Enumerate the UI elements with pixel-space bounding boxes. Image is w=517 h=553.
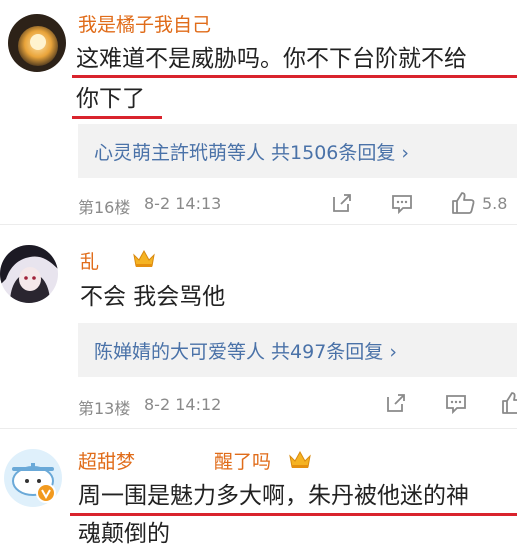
comment-text-line-2: 你下了 [76, 86, 145, 112]
reply-summary-box[interactable]: 陈婵婧的大可爱等人 共497条回复 › [78, 323, 517, 377]
comment-2: 乱 不会 我会骂他 陈婵婧的大可爱等人 共497条回复 › 第13楼 8-2 1… [0, 225, 517, 425]
avatar[interactable] [8, 14, 66, 72]
redaction [158, 445, 210, 473]
reply-summary-link[interactable]: 陈婵婧的大可爱等人 共497条回复 › [94, 337, 397, 364]
like-icon[interactable] [500, 390, 517, 416]
avatar-image [0, 245, 58, 303]
comment-text-line-1: 不会 我会骂他 [80, 284, 226, 310]
share-icon[interactable] [384, 391, 408, 415]
reply-summary-box[interactable]: 心灵萌主許玳萌等人 共1506条回复 › [78, 124, 517, 178]
highlight-underline [72, 75, 517, 78]
share-icon[interactable] [330, 191, 354, 215]
verified-badge-icon [36, 483, 56, 503]
comment-floor: 第16楼 [78, 198, 131, 217]
like-count: 5.8 [482, 194, 508, 213]
username-tail[interactable]: 醒了吗 [214, 447, 271, 474]
crown-badge-icon [133, 249, 155, 267]
avatar[interactable] [0, 245, 58, 303]
comment-3: 超甜梦 醒了吗 周一围是魅力多大啊，朱丹被他迷的神 魂颠倒的 [0, 429, 517, 547]
username[interactable]: 我是橘子我自己 [78, 10, 211, 37]
like-icon[interactable] [450, 190, 476, 216]
comment-text-line-1: 周一围是魅力多大啊，朱丹被他迷的神 [78, 483, 469, 509]
reply-summary-link[interactable]: 心灵萌主許玳萌等人 共1506条回复 › [94, 138, 409, 165]
comment-time: 8-2 14:13 [144, 194, 222, 213]
redaction [252, 8, 292, 36]
comment-icon[interactable] [390, 191, 414, 215]
comment-text-line-2: 魂颠倒的 [78, 521, 170, 547]
highlight-underline [72, 116, 162, 119]
crown-badge-icon [289, 450, 311, 468]
comment-1: 我是橘子我自己 这难道不是威胁吗。你不下台阶就不给 你下了 心灵萌主許玳萌等人 … [0, 0, 517, 222]
username[interactable]: 乱 [80, 247, 99, 274]
comment-icon[interactable] [444, 391, 468, 415]
username[interactable]: 超甜梦 [78, 447, 135, 474]
comment-time: 8-2 14:12 [144, 395, 222, 414]
comment-text-line-1: 这难道不是威胁吗。你不下台阶就不给 [76, 46, 467, 72]
avatar-image [8, 14, 66, 72]
comment-floor: 第13楼 [78, 399, 131, 418]
redaction [104, 245, 128, 273]
